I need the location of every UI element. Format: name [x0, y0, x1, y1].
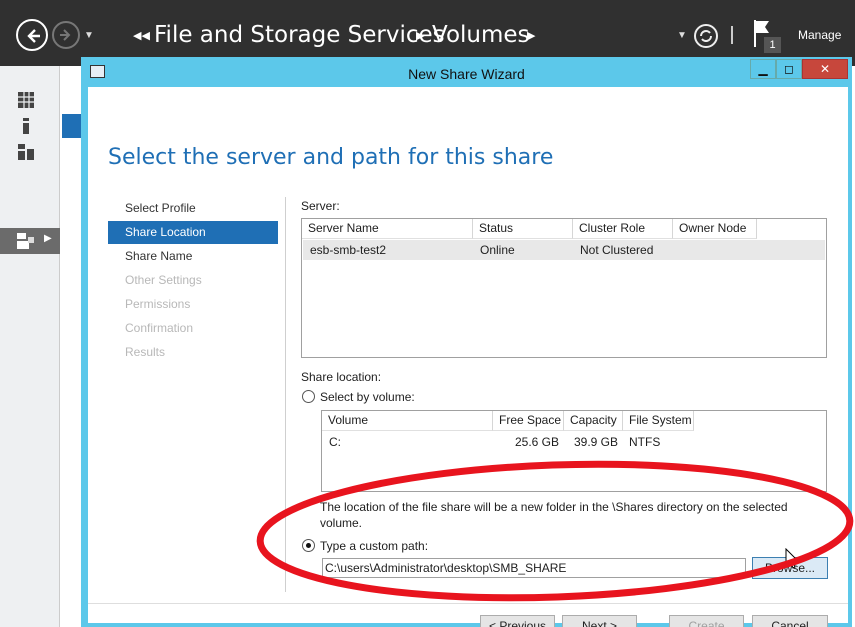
content-tab-marker	[62, 114, 82, 138]
back-button[interactable]	[16, 19, 48, 51]
breadcrumb-separator-icon: ▶	[527, 30, 536, 42]
column-header-free-space[interactable]: Free Space	[493, 411, 564, 431]
breadcrumb-root-icon[interactable]: ◀◀	[133, 29, 150, 42]
step-select-profile[interactable]: Select Profile	[108, 197, 278, 220]
maximize-icon: ◻	[784, 62, 794, 76]
volume-note-line1: The location of the file share will be a…	[320, 500, 788, 514]
cell-volume[interactable]: C:	[329, 432, 341, 452]
all-servers-icon[interactable]	[17, 143, 35, 161]
column-header-server-name[interactable]: Server Name	[302, 219, 473, 239]
history-dropdown-icon[interactable]: ▼	[84, 30, 94, 41]
column-header-file-system[interactable]: File System	[623, 411, 694, 431]
previous-button[interactable]: < Previous	[480, 615, 555, 627]
refresh-icon[interactable]	[694, 24, 718, 48]
cell-status: Online	[480, 243, 515, 257]
local-server-icon[interactable]	[17, 117, 35, 135]
notification-count-badge: 1	[764, 37, 781, 53]
column-header-status[interactable]: Status	[473, 219, 573, 239]
expand-arrow-icon[interactable]: ▶	[44, 233, 52, 244]
sidebar-item-file-storage[interactable]: ▶	[0, 228, 60, 254]
cell-capacity[interactable]: 39.9 GB	[564, 432, 618, 452]
close-icon: ✕	[819, 62, 831, 76]
table-row[interactable]: esb-smb-test2 Online Not Clustered	[303, 240, 825, 260]
maximize-button[interactable]: ◻	[776, 59, 802, 79]
select-by-volume-label: Select by volume:	[320, 390, 415, 404]
server-manager-sidebar: ▶	[0, 66, 60, 627]
step-share-location[interactable]: Share Location	[108, 221, 278, 244]
volume-list[interactable]: Volume Free Space Capacity File System C…	[321, 410, 827, 492]
forward-arrow-icon	[60, 29, 71, 41]
custom-path-input[interactable]: C:\users\Administrator\desktop\SMB_SHARE	[322, 558, 746, 578]
new-share-wizard-window: New Share Wizard ▁ ◻ ✕ Select the server…	[81, 57, 852, 627]
file-storage-icon	[17, 233, 34, 249]
column-header-volume[interactable]: Volume	[322, 411, 493, 431]
column-header-owner-node[interactable]: Owner Node	[673, 219, 757, 239]
step-results: Results	[125, 345, 166, 359]
close-button[interactable]: ✕	[802, 59, 848, 79]
back-arrow-icon	[27, 29, 40, 43]
forward-button[interactable]	[52, 21, 80, 49]
step-share-name[interactable]: Share Name	[108, 245, 278, 268]
create-button: Create	[669, 615, 744, 627]
cell-file-system[interactable]: NTFS	[629, 432, 660, 452]
volume-note-line2: volume.	[320, 516, 363, 530]
step-permissions: Permissions	[125, 297, 191, 311]
column-header-cluster-role[interactable]: Cluster Role	[573, 219, 673, 239]
window-title: New Share Wizard	[408, 66, 525, 82]
footer-divider	[88, 603, 848, 604]
header-divider	[731, 26, 733, 44]
step-confirmation: Confirmation	[125, 321, 194, 335]
next-button[interactable]: Next >	[562, 615, 637, 627]
cell-cluster-role: Not Clustered	[580, 243, 654, 257]
server-list[interactable]: Server Name Status Cluster Role Owner No…	[301, 218, 827, 358]
wizard-client-area: Select the server and path for this shar…	[88, 87, 848, 627]
step-other-settings: Other Settings	[125, 273, 202, 287]
minimize-icon: ▁	[758, 62, 768, 76]
mouse-cursor-icon	[785, 548, 799, 569]
select-by-volume-radio[interactable]	[302, 390, 315, 403]
breadcrumb-file-storage[interactable]: File and Storage Services	[154, 22, 445, 48]
page-title: Select the server and path for this shar…	[108, 145, 554, 170]
cell-free-space[interactable]: 25.6 GB	[493, 432, 559, 452]
manage-menu[interactable]: Manage	[798, 28, 841, 42]
custom-path-radio[interactable]	[302, 539, 315, 552]
dropdown-arrow-icon[interactable]: ▼	[677, 30, 687, 41]
cancel-button[interactable]: Cancel	[752, 615, 828, 627]
share-location-label: Share location:	[301, 370, 382, 384]
custom-path-label: Type a custom path:	[320, 539, 429, 553]
breadcrumb-separator-icon: ▶	[416, 30, 425, 42]
breadcrumb-volumes[interactable]: Volumes	[432, 22, 530, 48]
minimize-button[interactable]: ▁	[750, 59, 776, 79]
column-header-capacity[interactable]: Capacity	[564, 411, 623, 431]
cell-server-name: esb-smb-test2	[310, 243, 387, 257]
server-label: Server:	[301, 199, 340, 213]
dashboard-icon[interactable]	[17, 91, 35, 109]
steps-divider	[285, 197, 286, 592]
